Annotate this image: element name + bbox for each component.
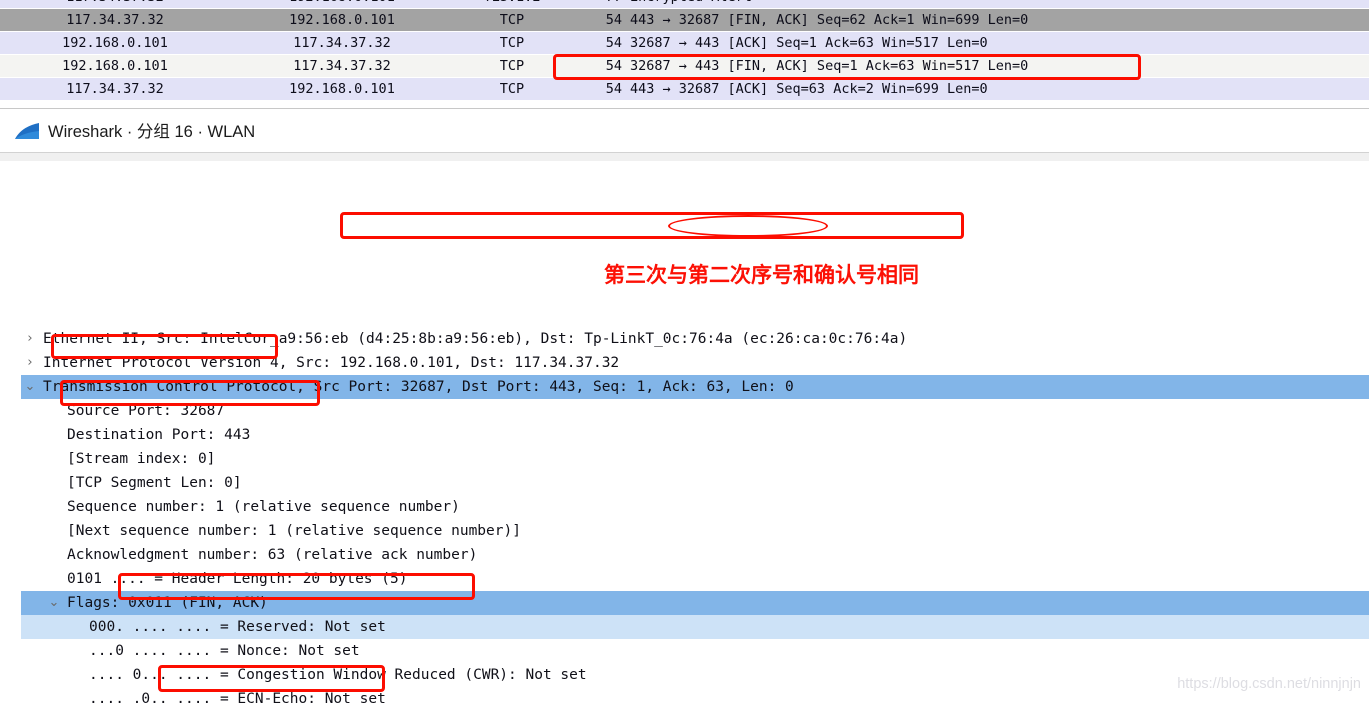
tree-item[interactable]: › Internet Protocol Version 4, Src: 192.1…	[21, 351, 1369, 375]
packet-length: 54	[605, 58, 622, 74]
tree-item[interactable]: ⌄ Transmission Control Protocol, Src Port…	[21, 375, 1369, 399]
tree-item-label: .... .0.. .... = ECN-Echo: Not set	[89, 691, 386, 705]
packet-info: 443 → 32687 [ACK] Seq=63 Ack=2 Win=699 L…	[630, 81, 988, 97]
tree-item-label: .... 0... .... = Congestion Window Reduc…	[89, 667, 587, 683]
packet-protocol: TCP	[499, 58, 525, 74]
packet-protocol: TCP	[499, 35, 525, 51]
dialog-title: Wireshark · 分组 16 · WLAN	[48, 123, 256, 141]
tree-item[interactable]: [Next sequence number: 1 (relative seque…	[21, 519, 1369, 543]
table-row[interactable]: 117.34.37.32 192.168.0.101 TCP 54 443 → …	[0, 78, 1369, 100]
tree-item-label: Sequence number: 1 (relative sequence nu…	[67, 499, 460, 515]
table-row[interactable]: 117.34.37.32 192.168.0.101 TCP 54 443 → …	[0, 9, 1369, 31]
packet-info: 32687 → 443 [FIN, ACK] Seq=1 Ack=63 Win=…	[630, 58, 1029, 74]
tree-item[interactable]: Source Port: 32687	[21, 399, 1369, 423]
packet-length: 77	[596, 0, 622, 8]
packet-source: 117.34.37.32	[66, 81, 164, 97]
tree-item[interactable]: › Ethernet II, Src: IntelCor_a9:56:eb (d4…	[21, 327, 1369, 351]
packet-source: 117.34.37.32	[0, 0, 230, 8]
packet-protocol: TCP	[499, 12, 525, 28]
packet-source: 192.168.0.101	[62, 35, 168, 51]
tree-item[interactable]: [TCP Segment Len: 0]	[21, 471, 1369, 495]
packet-destination: 117.34.37.32	[293, 35, 391, 51]
tree-item[interactable]: .... 0... .... = Congestion Window Reduc…	[21, 663, 1369, 687]
tree-item[interactable]: Destination Port: 443	[21, 423, 1369, 447]
packet-destination: 192.168.0.101	[232, 0, 452, 8]
packet-destination: 117.34.37.32	[293, 58, 391, 74]
tree-item[interactable]: [Stream index: 0]	[21, 447, 1369, 471]
chevron-down-icon[interactable]: ⌄	[47, 591, 61, 615]
chevron-right-icon[interactable]: ›	[23, 327, 37, 351]
tree-item-label: Transmission Control Protocol, Src Port:…	[43, 379, 794, 395]
table-row[interactable]: 117.34.37.32 192.168.0.101 TLSv1.2 77 En…	[0, 0, 1369, 8]
tree-item[interactable]: ⌄ Flags: 0x011 (FIN, ACK)	[21, 591, 1369, 615]
tree-item-label: 000. .... .... = Reserved: Not set	[89, 619, 386, 635]
wireshark-shark-fin-logo	[15, 123, 39, 139]
wireshark-window: 117.34.37.32 192.168.0.101 TLSv1.2 77 En…	[0, 0, 1369, 705]
packet-info: 32687 → 443 [ACK] Seq=1 Ack=63 Win=517 L…	[630, 35, 988, 51]
packet-length: 54	[605, 81, 622, 97]
packet-detail-pane[interactable]: › Ethernet II, Src: IntelCor_a9:56:eb (d4…	[0, 161, 1369, 705]
watermark-text: https://blog.csdn.net/ninnjnjn	[1177, 676, 1361, 692]
protocol-tree[interactable]: › Ethernet II, Src: IntelCor_a9:56:eb (d4…	[21, 323, 1369, 705]
tree-item-label: Acknowledgment number: 63 (relative ack …	[67, 547, 478, 563]
packet-source: 192.168.0.101	[62, 58, 168, 74]
tree-item-label: [Stream index: 0]	[67, 451, 216, 467]
annotation-chinese-note: 第三次与第二次序号和确认号相同	[604, 263, 919, 287]
packet-list-pane[interactable]: 117.34.37.32 192.168.0.101 TLSv1.2 77 En…	[0, 0, 1369, 109]
chevron-right-icon[interactable]: ›	[23, 351, 37, 375]
packet-info: 443 → 32687 [FIN, ACK] Seq=62 Ack=1 Win=…	[630, 12, 1029, 28]
packet-protocol: TLSv1.2	[452, 0, 572, 8]
table-row[interactable]: 192.168.0.101 117.34.37.32 TCP 54 32687 …	[0, 32, 1369, 54]
tree-item-label: Source Port: 32687	[67, 403, 225, 419]
packet-destination: 192.168.0.101	[289, 12, 395, 28]
table-row[interactable]: 192.168.0.101 117.34.37.32 TCP 54 32687 …	[0, 55, 1369, 77]
chevron-down-icon[interactable]: ⌄	[23, 375, 37, 399]
tree-item[interactable]: 000. .... .... = Reserved: Not set	[21, 615, 1369, 639]
packet-length: 54	[605, 12, 622, 28]
pane-divider	[0, 108, 1369, 109]
packet-protocol: TCP	[499, 81, 525, 97]
tree-item-label: Destination Port: 443	[67, 427, 251, 443]
tree-item[interactable]: 0101 .... = Header Length: 20 bytes (5)	[21, 567, 1369, 591]
packet-destination: 192.168.0.101	[289, 81, 395, 97]
tree-item-label: [Next sequence number: 1 (relative seque…	[67, 523, 521, 539]
tree-item[interactable]: Acknowledgment number: 63 (relative ack …	[21, 543, 1369, 567]
tree-item[interactable]: ...0 .... .... = Nonce: Not set	[21, 639, 1369, 663]
tree-item[interactable]: .... .0.. .... = ECN-Echo: Not set	[21, 687, 1369, 705]
tree-item-label: Ethernet II, Src: IntelCor_a9:56:eb (d4:…	[43, 331, 908, 347]
dialog-separator	[0, 152, 1369, 161]
tree-item-label: [TCP Segment Len: 0]	[67, 475, 242, 491]
dialog-separator-line	[0, 152, 1369, 153]
tree-item-label: Internet Protocol Version 4, Src: 192.16…	[43, 355, 620, 371]
tree-item[interactable]: Sequence number: 1 (relative sequence nu…	[21, 495, 1369, 519]
tree-item-label: Flags: 0x011 (FIN, ACK)	[67, 595, 268, 611]
packet-source: 117.34.37.32	[66, 12, 164, 28]
tree-item-label: ...0 .... .... = Nonce: Not set	[89, 643, 360, 659]
tree-item-label: 0101 .... = Header Length: 20 bytes (5)	[67, 571, 408, 587]
packet-info: Encrypted Alert	[630, 0, 752, 8]
packet-length: 54	[605, 35, 622, 51]
